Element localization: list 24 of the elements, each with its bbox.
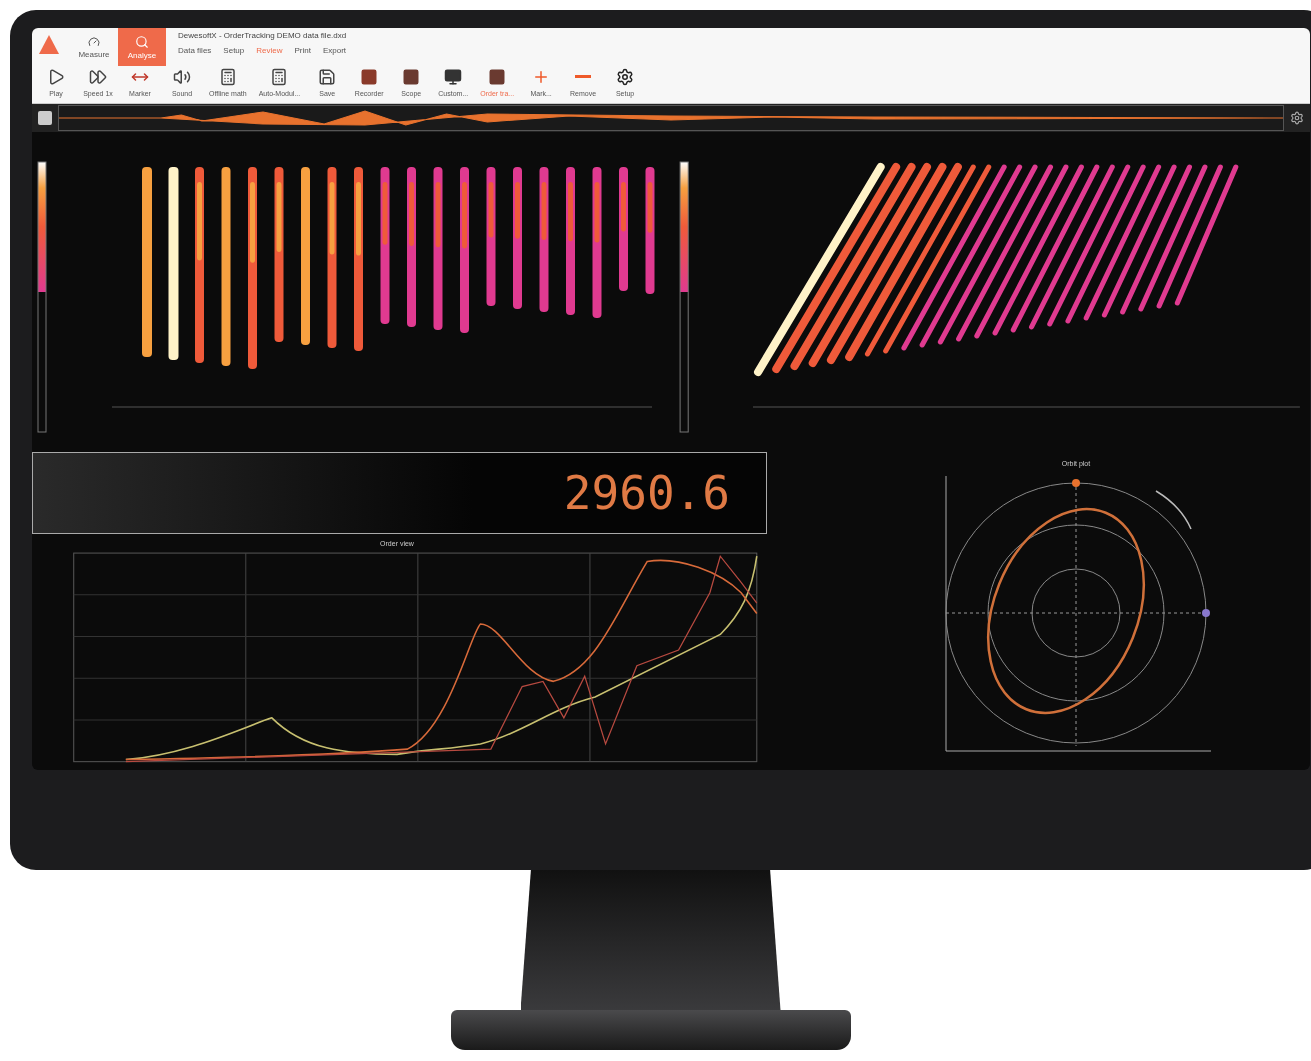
menu-tab[interactable]: Setup <box>223 46 245 55</box>
menu-tab[interactable]: Export <box>322 46 347 55</box>
panel-icon[interactable] <box>38 110 52 125</box>
settings-icon[interactable] <box>1290 110 1304 125</box>
monitor-icon <box>444 68 463 86</box>
meter-value: 2960.6 <box>563 466 730 520</box>
calculator-icon <box>270 68 289 86</box>
gauge-icon <box>88 35 100 48</box>
speaker-icon <box>173 68 191 86</box>
calculator-icon <box>218 68 237 86</box>
window-title: DewesoftX - OrderTracking DEMO data file.dxd <box>178 31 347 40</box>
mode-button[interactable]: Measure <box>70 28 118 66</box>
logo-icon <box>38 34 60 56</box>
fast-forward-icon <box>89 68 107 86</box>
square-icon <box>402 68 421 86</box>
menu-tab[interactable]: Data files <box>178 46 212 55</box>
square-icon <box>360 68 379 86</box>
settings-icon <box>616 68 635 86</box>
minus-icon <box>575 75 592 78</box>
search-icon <box>135 34 149 49</box>
play-icon <box>47 68 65 86</box>
menu-tab[interactable]: Print <box>294 46 311 55</box>
save-icon <box>318 68 337 86</box>
square-icon <box>488 68 507 86</box>
